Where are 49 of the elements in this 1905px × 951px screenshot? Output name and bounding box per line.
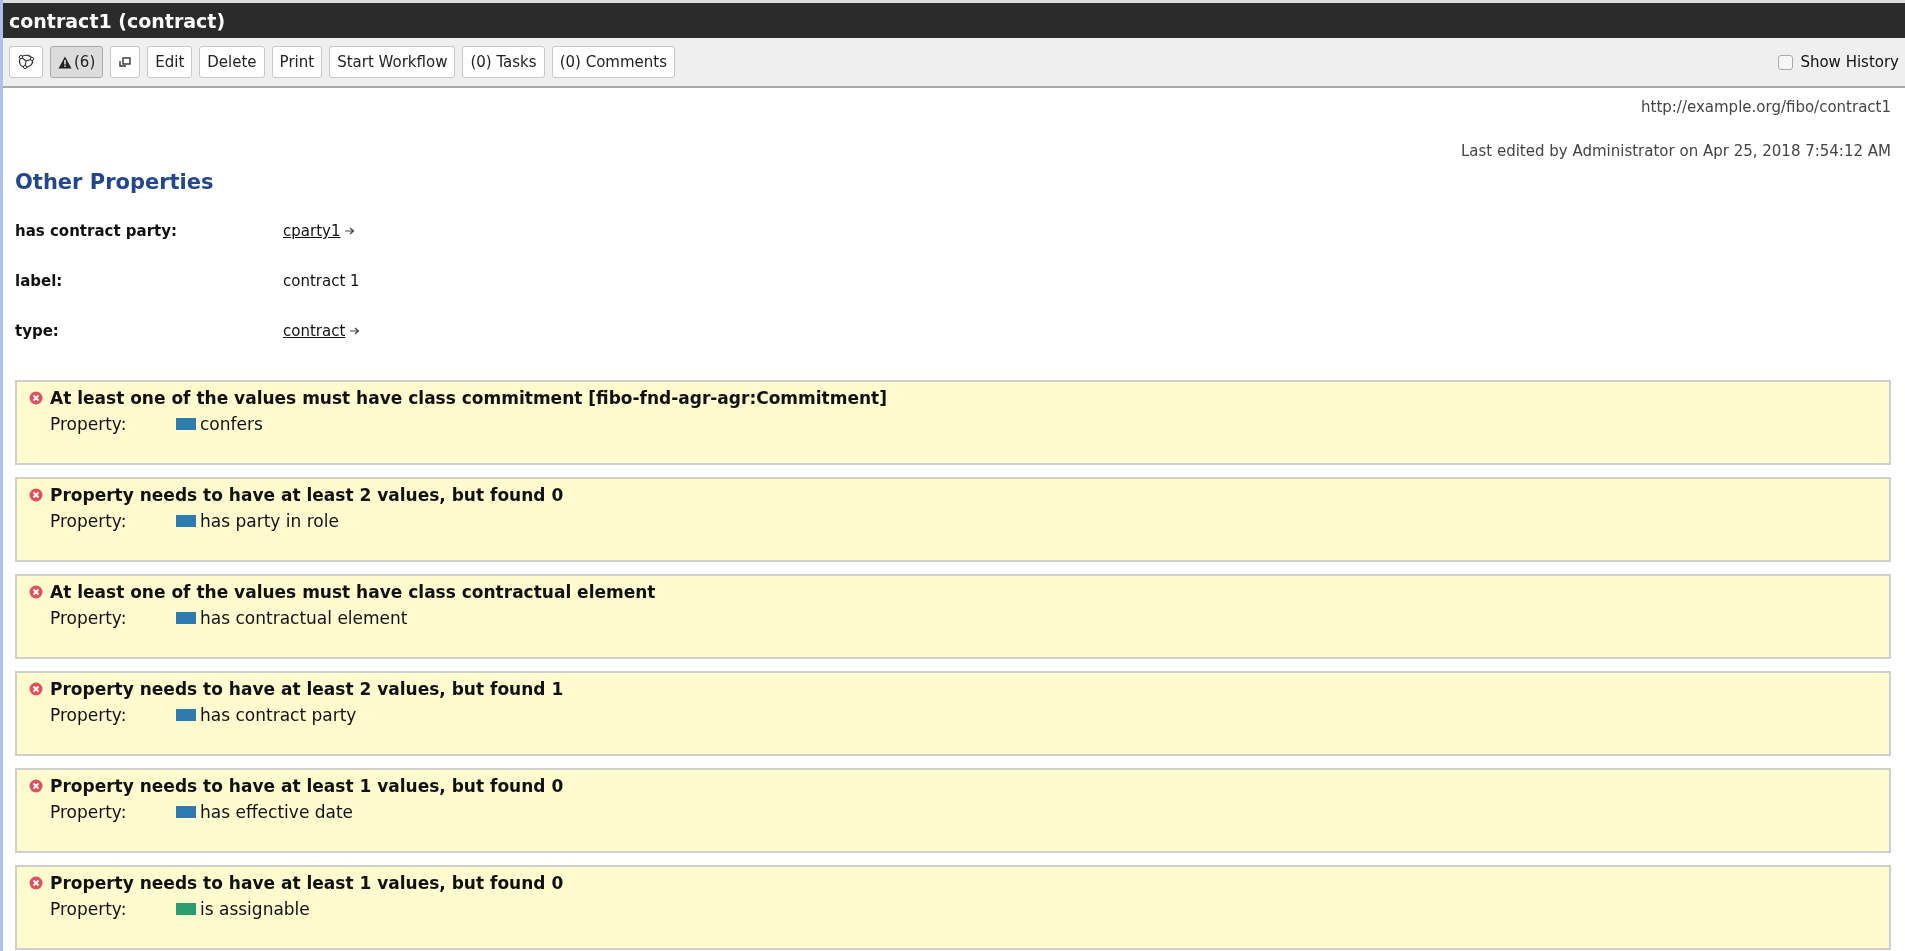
property-label: Property: [50,802,128,822]
violation-message: Property needs to have at least 2 values, but found 1 [50,679,564,699]
error-icon [29,488,43,502]
property-name: type: [15,322,60,340]
error-icon [29,779,43,793]
property-value: has effective date [200,802,354,822]
popout-button[interactable] [110,46,141,78]
error-icon [29,391,43,405]
toolbar-button[interactable]: Print [271,46,323,78]
section-title: Other Properties [15,170,215,194]
error-icon [29,585,43,599]
toolbar-button[interactable]: Start Workflow [329,46,456,78]
property-label: Property: [50,414,128,434]
popout-icon [118,56,133,68]
property-link[interactable]: contract [283,322,346,340]
violation-message: Property needs to have at least 1 values, but found 0 [50,776,564,796]
property-link[interactable]: cparty1 [283,222,341,240]
violation-message: Property needs to have at least 2 values, but found 0 [50,485,564,505]
property-value: has party in role [200,511,339,531]
property-value: contract 1 [283,272,360,290]
property-label: Property: [50,608,128,628]
property-value: has contractual element [200,608,408,628]
property-name: has contract party: [15,222,178,240]
error-icon [29,682,43,696]
window-title: contract1 (contract) [9,9,226,32]
resource-uri: http://example.org/fibo/contract1 [1641,98,1891,116]
property-label: Property: [50,511,128,531]
property-label: Property: [50,899,128,919]
error-icon [29,876,43,890]
graph-button[interactable] [9,46,43,78]
arrow-icon[interactable] [345,227,356,235]
arrow-icon[interactable] [350,327,361,335]
property-value: has contract party [200,705,357,725]
toolbar-button[interactable]: (0) Tasks [462,46,545,78]
warnings-button[interactable]: (6) [50,46,104,78]
property-label: Property: [50,705,128,725]
show-history-checkbox[interactable]: Show History [1778,53,1899,71]
last-edited-text: Last edited by Administrator on Apr 25, 2018 7:54:12 AM [1460,142,1891,160]
toolbar-button[interactable]: (0) Comments [551,46,675,78]
toolbar-button[interactable]: Delete [199,46,265,78]
property-value: confers [200,414,263,434]
graph-icon [17,54,35,70]
toolbar-button[interactable]: Edit [147,46,193,78]
property-value: is assignable [200,899,310,919]
warning-icon [58,55,72,69]
violation-message: At least one of the values must have class commitment [fibo-fnd-agr-agr:Commitment] [50,388,887,408]
property-name: label: [15,272,64,290]
violation-message: At least one of the values must have class contractual element [50,582,656,602]
violation-message: Property needs to have at least 1 values, but found 0 [50,873,564,893]
